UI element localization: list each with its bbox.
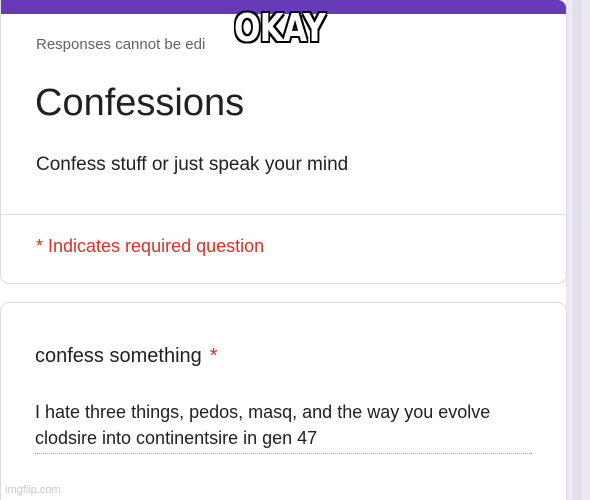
required-asterisk: * [209,345,218,367]
no-edit-notice: Responses cannot be edi [36,36,206,53]
required-question-note: * Indicates required question [36,236,265,256]
question-card: confess something * I hate three things, … [0,302,567,500]
question-title: confess something * [35,345,218,368]
form-description: Confess stuff or just speak your mind [36,154,349,175]
form-title: Confessions [35,82,245,124]
imgflip-watermark: imgflip.com [5,484,61,496]
form-page: Responses cannot be edi Confessions Conf… [0,0,590,500]
vertical-scrollbar[interactable] [573,0,582,500]
answer-underline [35,453,532,454]
answer-textarea[interactable]: I hate three things, pedos, masq, and th… [35,399,535,451]
question-label: confess something [35,345,202,367]
meme-caption: OKAY [234,6,326,50]
header-divider [1,214,566,215]
